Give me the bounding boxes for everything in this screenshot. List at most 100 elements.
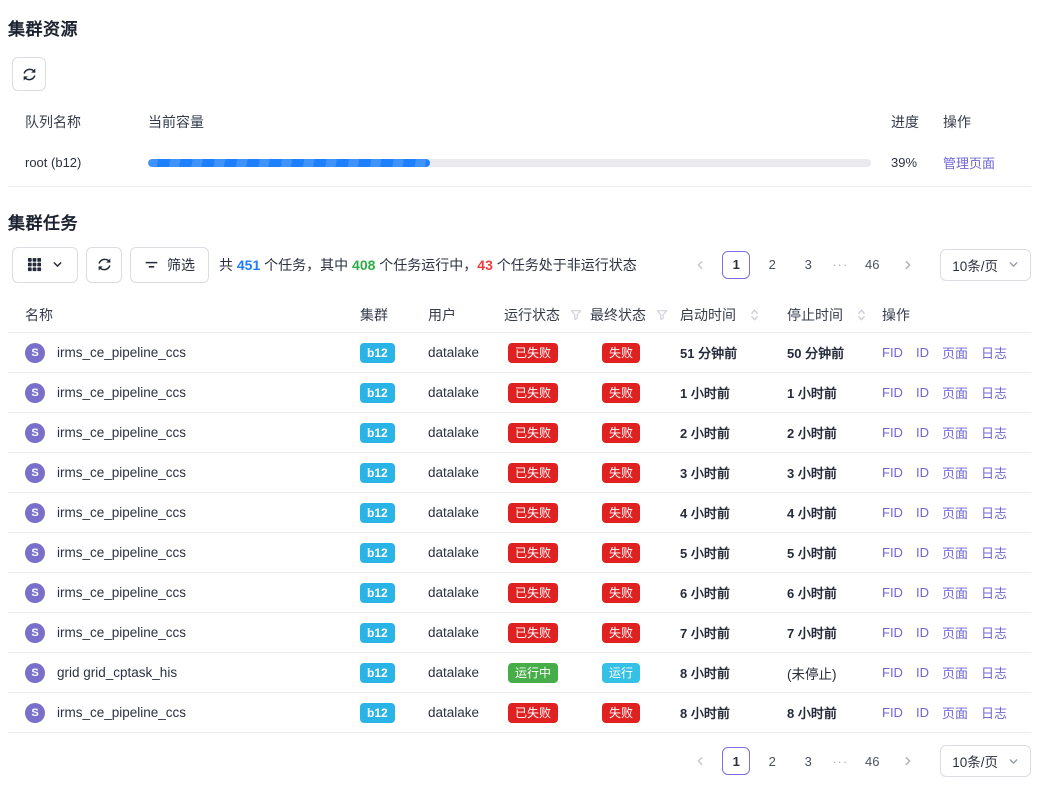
page-size-select[interactable]: 10条/页 xyxy=(940,745,1031,777)
fid-link[interactable]: FID xyxy=(882,425,903,440)
final-status-badge: 失败 xyxy=(602,543,640,563)
log-link[interactable]: 日志 xyxy=(981,463,1007,482)
id-link[interactable]: ID xyxy=(916,545,929,560)
fid-link[interactable]: FID xyxy=(882,345,903,360)
pagination-ellipsis[interactable]: ··· xyxy=(828,754,852,769)
run-status-header: 运行状态 xyxy=(504,305,560,325)
page-link[interactable]: 页面 xyxy=(942,463,968,482)
stop-time-cell: 2 小时前 xyxy=(777,423,882,442)
columns-settings-button[interactable] xyxy=(12,247,78,283)
task-name: irms_ce_pipeline_ccs xyxy=(57,505,186,520)
log-link[interactable]: 日志 xyxy=(981,423,1007,442)
id-link[interactable]: ID xyxy=(916,505,929,520)
fid-link[interactable]: FID xyxy=(882,585,903,600)
user-cell: datalake xyxy=(420,345,496,360)
task-name: irms_ce_pipeline_ccs xyxy=(57,425,186,440)
page-link[interactable]: 页面 xyxy=(942,583,968,602)
final-status-filter-icon[interactable] xyxy=(656,309,668,321)
page-link[interactable]: 页面 xyxy=(942,623,968,642)
fid-link[interactable]: FID xyxy=(882,545,903,560)
page-link[interactable]: 页面 xyxy=(942,663,968,682)
fid-link[interactable]: FID xyxy=(882,385,903,400)
log-link[interactable]: 日志 xyxy=(981,663,1007,682)
fid-link[interactable]: FID xyxy=(882,705,903,720)
final-status-badge: 失败 xyxy=(602,423,640,443)
run-status-filter-icon[interactable] xyxy=(570,309,582,321)
final-status-badge: 失败 xyxy=(602,463,640,483)
fid-link[interactable]: FID xyxy=(882,465,903,480)
avatar: S xyxy=(25,623,45,643)
id-link[interactable]: ID xyxy=(916,665,929,680)
manage-page-link[interactable]: 管理页面 xyxy=(943,156,995,171)
log-link[interactable]: 日志 xyxy=(981,343,1007,362)
page-size-select[interactable]: 10条/页 xyxy=(940,249,1031,281)
cluster-resources-table: 队列名称 当前容量 进度 操作 root (b12) 39% 管理页面 xyxy=(8,105,1031,187)
page-1-button[interactable]: 1 xyxy=(722,251,750,279)
stop-time-sort-icon[interactable] xyxy=(857,308,866,322)
pagination-ellipsis[interactable]: ··· xyxy=(828,257,852,272)
fid-link[interactable]: FID xyxy=(882,665,903,680)
log-link[interactable]: 日志 xyxy=(981,703,1007,722)
refresh-tasks-button[interactable] xyxy=(86,247,122,283)
next-page-button[interactable] xyxy=(894,747,922,775)
page-1-button[interactable]: 1 xyxy=(722,747,750,775)
task-name: irms_ce_pipeline_ccs xyxy=(57,385,186,400)
page-46-button[interactable]: 46 xyxy=(858,251,886,279)
cluster-tasks-table: 名称 集群 用户 运行状态 最终状态 启动时间 xyxy=(8,297,1031,733)
start-time-cell: 7 小时前 xyxy=(672,623,777,642)
refresh-resources-button[interactable] xyxy=(12,57,46,91)
prev-page-button[interactable] xyxy=(686,251,714,279)
page-2-button[interactable]: 2 xyxy=(758,747,786,775)
id-link[interactable]: ID xyxy=(916,465,929,480)
log-link[interactable]: 日志 xyxy=(981,383,1007,402)
page-link[interactable]: 页面 xyxy=(942,423,968,442)
id-link[interactable]: ID xyxy=(916,425,929,440)
avatar: S xyxy=(25,583,45,603)
id-link[interactable]: ID xyxy=(916,345,929,360)
start-time-cell: 6 小时前 xyxy=(672,583,777,602)
task-name: irms_ce_pipeline_ccs xyxy=(57,465,186,480)
log-link[interactable]: 日志 xyxy=(981,503,1007,522)
final-status-badge: 运行 xyxy=(602,663,640,683)
id-link[interactable]: ID xyxy=(916,585,929,600)
log-link[interactable]: 日志 xyxy=(981,623,1007,642)
page-link[interactable]: 页面 xyxy=(942,543,968,562)
final-status-header: 最终状态 xyxy=(590,305,646,325)
stop-time-cell: 6 小时前 xyxy=(777,583,882,602)
prev-page-button[interactable] xyxy=(686,747,714,775)
page-3-button[interactable]: 3 xyxy=(794,747,822,775)
queue-row: root (b12) 39% 管理页面 xyxy=(8,139,1031,187)
fid-link[interactable]: FID xyxy=(882,505,903,520)
id-link[interactable]: ID xyxy=(916,705,929,720)
cluster-resources-title: 集群资源 xyxy=(8,0,1031,40)
task-name: irms_ce_pipeline_ccs xyxy=(57,545,186,560)
user-cell: datalake xyxy=(420,385,496,400)
log-link[interactable]: 日志 xyxy=(981,583,1007,602)
id-link[interactable]: ID xyxy=(916,385,929,400)
actions-header: 操作 xyxy=(882,305,910,325)
start-time-cell: 1 小时前 xyxy=(672,383,777,402)
chevron-down-icon xyxy=(1008,756,1019,767)
start-time-sort-icon[interactable] xyxy=(750,308,759,322)
stop-time-header: 停止时间 xyxy=(787,305,843,325)
page-link[interactable]: 页面 xyxy=(942,703,968,722)
page-46-button[interactable]: 46 xyxy=(858,747,886,775)
filter-button[interactable]: 筛选 xyxy=(130,247,209,283)
page-3-button[interactable]: 3 xyxy=(794,251,822,279)
resources-action-header: 操作 xyxy=(941,112,1031,132)
next-page-button[interactable] xyxy=(894,251,922,279)
avatar: S xyxy=(25,503,45,523)
page-2-button[interactable]: 2 xyxy=(758,251,786,279)
avatar: S xyxy=(25,463,45,483)
stop-time-cell: 1 小时前 xyxy=(777,383,882,402)
log-link[interactable]: 日志 xyxy=(981,543,1007,562)
avatar: S xyxy=(25,423,45,443)
id-link[interactable]: ID xyxy=(916,625,929,640)
filter-button-label: 筛选 xyxy=(167,255,195,275)
page: 集群资源 队列名称 当前容量 进度 操作 root (b12) 39% xyxy=(0,0,1039,790)
page-link[interactable]: 页面 xyxy=(942,503,968,522)
fid-link[interactable]: FID xyxy=(882,625,903,640)
page-link[interactable]: 页面 xyxy=(942,343,968,362)
run-status-badge: 已失败 xyxy=(508,423,558,443)
page-link[interactable]: 页面 xyxy=(942,383,968,402)
